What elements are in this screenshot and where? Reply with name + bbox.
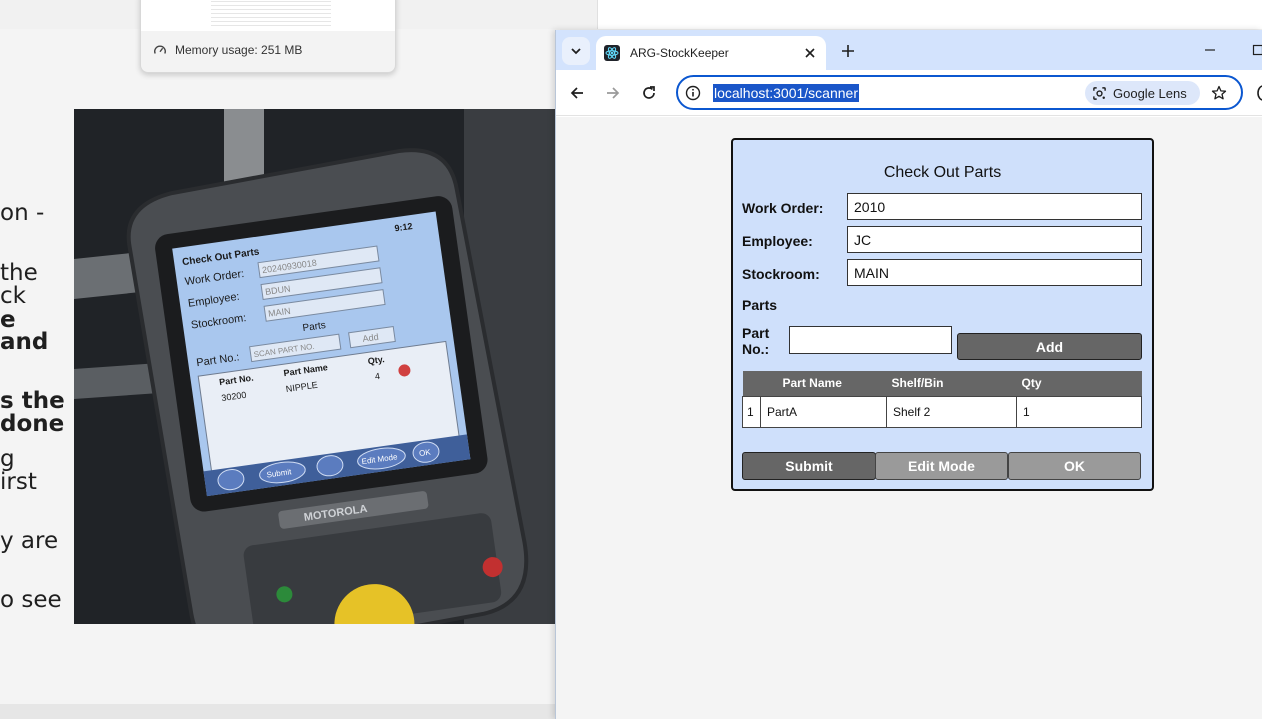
row-index: 1 <box>742 395 761 428</box>
article-fragment: on - <box>0 200 45 226</box>
employee-input[interactable] <box>847 226 1142 253</box>
speedometer-icon <box>154 45 166 54</box>
tab-search-button[interactable] <box>562 37 590 65</box>
plus-icon <box>842 45 854 57</box>
back-button[interactable] <box>565 81 589 105</box>
column-header-qty: Qty <box>1016 371 1142 396</box>
site-info-button[interactable] <box>684 84 702 102</box>
google-lens-label: Google Lens <box>1113 85 1187 101</box>
handheld-scanner-photo: Check Out Parts 9:12 Work Order: 2024093… <box>74 109 560 624</box>
page-title: Check Out Parts <box>883 164 1002 181</box>
tab-title: ARG-StockKeeper <box>630 46 729 60</box>
employee-label: Employee: <box>742 233 813 249</box>
article-fragment: irst <box>0 469 37 495</box>
add-part-button[interactable]: Add <box>957 333 1142 360</box>
new-tab-button[interactable] <box>836 39 860 63</box>
ok-button[interactable]: OK <box>1008 452 1141 480</box>
chevron-down-icon <box>571 48 581 55</box>
arrow-left-icon <box>570 87 583 99</box>
table-row[interactable]: 1 PartA Shelf 2 1 <box>742 395 1142 428</box>
maximize-window-button[interactable] <box>1246 38 1262 62</box>
row-qty: 1 <box>1016 395 1142 428</box>
memory-usage-row: Memory usage: 251 MB <box>153 43 302 57</box>
column-header-part-name: Part Name <box>760 371 887 396</box>
work-order-label: Work Order: <box>742 200 824 216</box>
background-window-edge <box>597 0 1262 29</box>
article-fragment: and <box>0 329 49 355</box>
article-fragment: y are <box>0 528 59 554</box>
close-icon <box>805 48 815 58</box>
background-bottom-strip <box>0 704 560 719</box>
tab-strip: ARG-StockKeeper <box>556 30 1262 70</box>
forward-button[interactable] <box>601 81 625 105</box>
reload-button[interactable] <box>637 81 661 105</box>
tab-preview-thumbnail <box>141 0 395 31</box>
work-order-input[interactable] <box>847 193 1142 220</box>
edit-mode-button[interactable]: Edit Mode <box>875 452 1008 480</box>
minimize-window-button[interactable] <box>1198 38 1222 62</box>
submit-button[interactable]: Submit <box>742 452 876 480</box>
reload-icon <box>643 86 655 99</box>
extension-icon[interactable] <box>1256 81 1262 105</box>
row-part-name: PartA <box>760 395 887 428</box>
check-out-parts-panel: Check Out Parts Work Order: Employee: St… <box>731 138 1154 491</box>
device-softkey: OK <box>419 448 432 459</box>
tab-arg-stockkeeper[interactable]: ARG-StockKeeper <box>596 36 826 70</box>
article-fragment: o see <box>0 587 62 613</box>
stockroom-input[interactable] <box>847 259 1142 286</box>
background-article-text: on - the ck e and s the done g irst y ar… <box>0 200 74 620</box>
parts-heading: Parts <box>742 297 778 313</box>
column-header-index <box>742 371 761 396</box>
tab-hover-card: Memory usage: 251 MB <box>140 0 396 73</box>
parts-table: Part Name Shelf/Bin Qty 1 PartA Shelf 2 … <box>742 371 1142 428</box>
minimize-icon <box>1205 49 1215 51</box>
tab-close-button[interactable] <box>800 43 820 63</box>
page-viewport: Check Out Parts Work Order: Employee: St… <box>556 117 1262 719</box>
react-logo-icon <box>604 45 620 61</box>
article-fragment: ck <box>0 283 26 309</box>
info-icon <box>685 85 701 101</box>
bookmark-button[interactable] <box>1208 82 1230 104</box>
memory-usage-text: Memory usage: 251 MB <box>175 43 303 57</box>
google-lens-icon <box>1093 86 1106 100</box>
row-shelf-bin: Shelf 2 <box>886 395 1017 428</box>
url-text[interactable]: localhost:3001/scanner <box>713 84 859 102</box>
article-fragment: done <box>0 411 65 437</box>
maximize-icon <box>1252 44 1262 56</box>
column-header-shelf-bin: Shelf/Bin <box>886 371 1017 396</box>
part-no-label: Part No.: <box>742 325 770 357</box>
browser-toolbar: localhost:3001/scanner Google Lens <box>556 70 1262 116</box>
part-no-input[interactable] <box>789 326 952 354</box>
address-bar[interactable]: localhost:3001/scanner Google Lens <box>676 75 1243 110</box>
parts-table-header: Part Name Shelf/Bin Qty <box>742 371 1142 396</box>
google-lens-button[interactable]: Google Lens <box>1085 81 1200 105</box>
browser-window: ARG-StockKeeper localhost:3001/scanner G… <box>555 30 1262 719</box>
stockroom-label: Stockroom: <box>742 266 820 282</box>
arrow-right-icon <box>607 87 620 99</box>
star-icon <box>1211 85 1227 100</box>
